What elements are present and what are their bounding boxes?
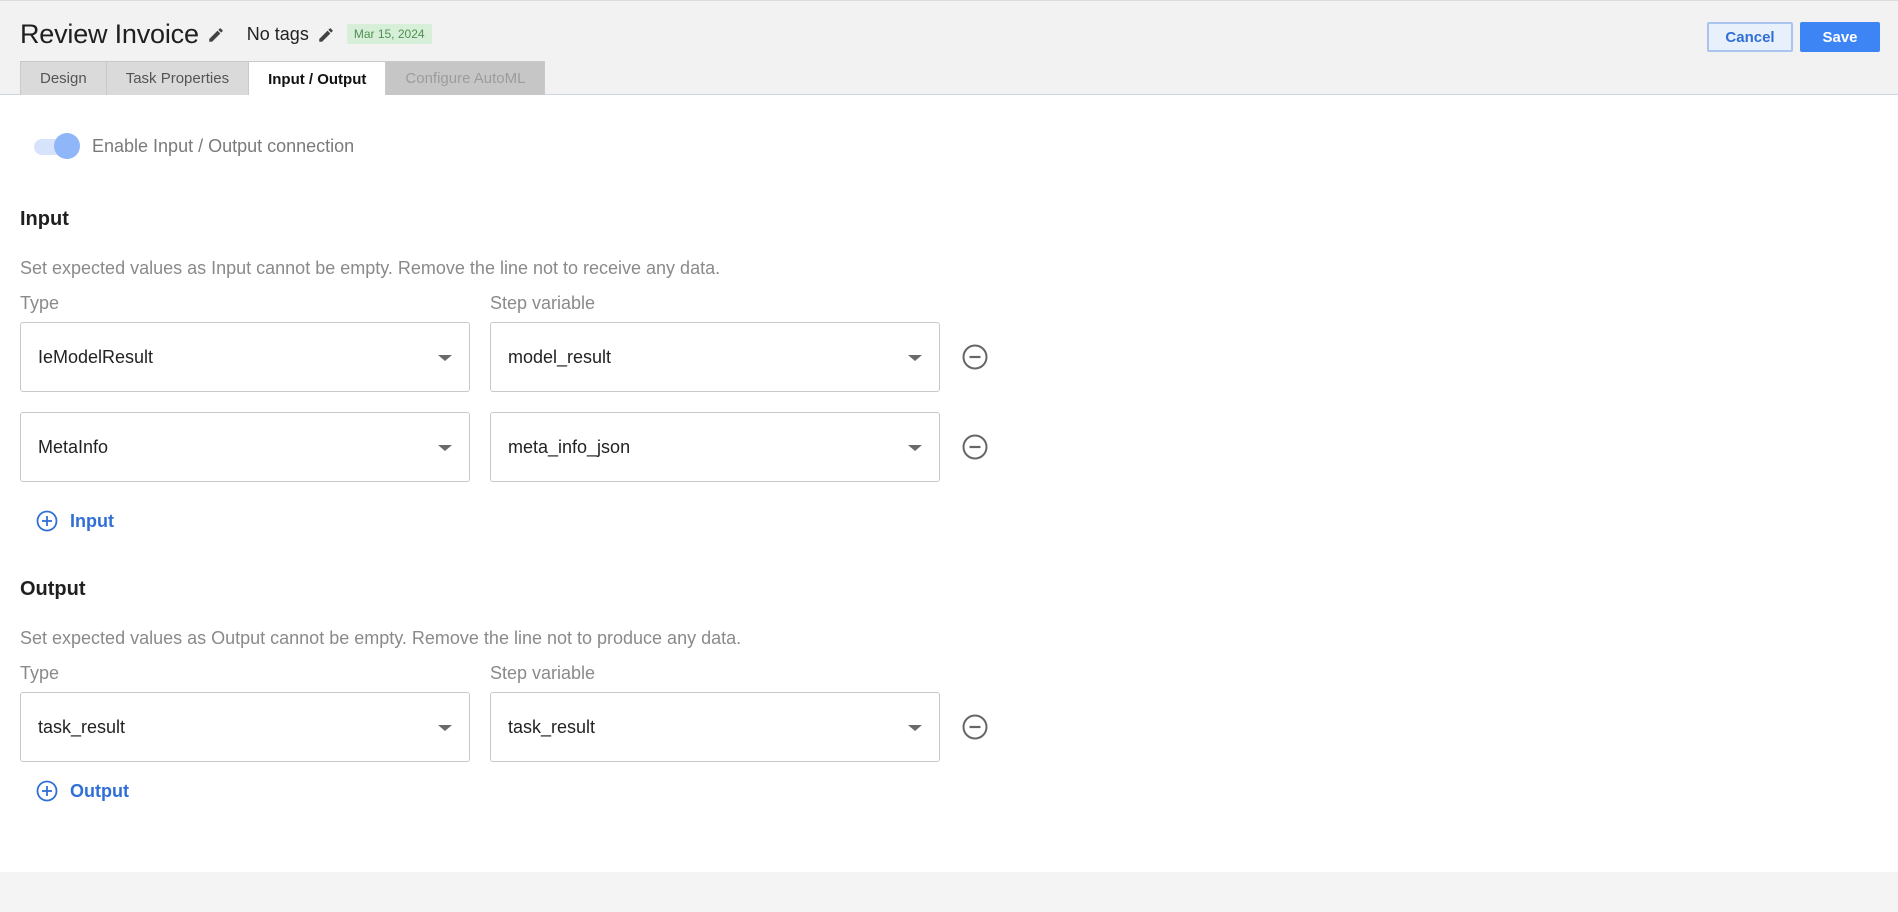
io-panel: Enable Input / Output connection Input S… <box>0 95 1898 872</box>
dropdown-caret-icon <box>438 445 452 451</box>
output-type-select[interactable]: task_result <box>20 692 470 762</box>
dropdown-caret-icon <box>908 445 922 451</box>
page-title: Review Invoice <box>20 18 199 49</box>
enable-io-label: Enable Input / Output connection <box>92 135 355 156</box>
output-variable-value: task_result <box>508 716 596 737</box>
top-bar: Review Invoice No tags Mar 15, 2024 Canc… <box>0 0 1898 96</box>
edit-title-pencil-icon[interactable] <box>207 26 225 44</box>
input-type-select[interactable]: IeModelResult <box>20 322 470 392</box>
add-output-label: Output <box>70 780 129 801</box>
toggle-thumb <box>54 133 80 159</box>
output-type-value: task_result <box>38 716 126 737</box>
plus-circle-icon <box>36 510 58 532</box>
date-badge: Mar 15, 2024 <box>346 24 432 44</box>
output-variable-select[interactable]: task_result <box>490 692 940 762</box>
title-row: Review Invoice No tags Mar 15, 2024 <box>20 19 432 49</box>
input-variable-label: Step variable <box>490 293 596 313</box>
input-variable-select[interactable]: model_result <box>490 322 940 392</box>
input-section-description: Set expected values as Input cannot be e… <box>20 258 721 278</box>
tab-task-properties[interactable]: Task Properties <box>105 61 250 95</box>
input-type-select[interactable]: MetaInfo <box>20 412 470 482</box>
add-input-label: Input <box>70 510 114 531</box>
input-variable-select[interactable]: meta_info_json <box>490 412 940 482</box>
cancel-button[interactable]: Cancel <box>1707 22 1793 52</box>
remove-row-icon[interactable] <box>961 713 989 741</box>
header-actions: Cancel Save <box>1707 22 1880 52</box>
enable-io-toggle[interactable] <box>34 133 80 159</box>
output-section-description: Set expected values as Output cannot be … <box>20 628 742 648</box>
input-variable-value: model_result <box>508 346 612 367</box>
dropdown-caret-icon <box>438 355 452 361</box>
save-button[interactable]: Save <box>1800 22 1880 52</box>
add-input-button[interactable]: Input <box>36 510 114 532</box>
output-variable-label: Step variable <box>490 663 596 683</box>
input-section-title: Input <box>20 208 69 230</box>
input-variable-value: meta_info_json <box>508 436 631 457</box>
output-type-label: Type <box>20 663 60 683</box>
add-output-button[interactable]: Output <box>36 780 129 802</box>
remove-row-icon[interactable] <box>961 433 989 461</box>
tab-configure-automl: Configure AutoML <box>385 61 546 95</box>
input-type-label: Type <box>20 293 60 313</box>
tab-design[interactable]: Design <box>20 61 107 95</box>
tab-bar: Design Task Properties Input / Output Co… <box>20 61 546 96</box>
dropdown-caret-icon <box>438 725 452 731</box>
remove-row-icon[interactable] <box>961 343 989 371</box>
input-type-value: IeModelResult <box>38 346 154 367</box>
plus-circle-icon <box>36 780 58 802</box>
dropdown-caret-icon <box>908 355 922 361</box>
dropdown-caret-icon <box>908 725 922 731</box>
tags-label: No tags <box>246 23 309 44</box>
edit-tags-pencil-icon[interactable] <box>317 26 335 44</box>
tab-input-output[interactable]: Input / Output <box>248 61 387 96</box>
output-section-title: Output <box>20 578 86 600</box>
input-type-value: MetaInfo <box>38 436 109 457</box>
io-toggle-row: Enable Input / Output connection <box>34 133 355 159</box>
